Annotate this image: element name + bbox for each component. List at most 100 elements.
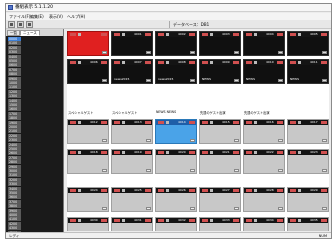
- time-list-item[interactable]: 2600: [8, 151, 21, 156]
- program-cell[interactable]: 4001: [111, 31, 153, 56]
- program-cell[interactable]: 4021: [199, 149, 241, 174]
- time-list-item[interactable]: 2800: [8, 160, 21, 165]
- time-list-item[interactable]: 1800: [8, 116, 21, 121]
- time-list-item[interactable]: 0700: [8, 67, 21, 72]
- time-list-item[interactable]: 3400: [8, 186, 21, 191]
- tab-news[interactable]: ニュース: [20, 30, 40, 36]
- program-cell[interactable]: 4032: [155, 217, 197, 231]
- time-list-item[interactable]: 0900: [8, 76, 21, 81]
- time-list-item[interactable]: 4000: [8, 213, 21, 217]
- program-cell[interactable]: 4029: [287, 187, 329, 212]
- time-list-item[interactable]: 1100: [8, 85, 21, 90]
- time-list-item[interactable]: 3900: [8, 208, 21, 213]
- cell-id: 4018: [90, 150, 98, 154]
- time-list-item[interactable]: 1600: [8, 107, 21, 112]
- menu-view[interactable]: 表示(V): [49, 14, 63, 19]
- cell-header: 4035: [288, 218, 328, 223]
- program-cell[interactable]: 4009 NEWS: [199, 59, 241, 84]
- time-list-item[interactable]: 3100: [8, 173, 21, 178]
- time-list-item[interactable]: 0300: [8, 50, 21, 55]
- program-cell[interactable]: 4034: [243, 217, 285, 231]
- time-list-item[interactable]: 0000: [8, 37, 21, 41]
- program-cell[interactable]: 4025: [111, 187, 153, 212]
- time-list-item[interactable]: 0500: [8, 59, 21, 63]
- program-cell[interactable]: 4033: [199, 217, 241, 231]
- cell-status-icon: [254, 121, 257, 124]
- time-list-item[interactable]: 1400: [8, 98, 21, 103]
- program-cell[interactable]: 4027: [199, 187, 241, 212]
- cell-badge: [278, 79, 283, 82]
- time-list-item[interactable]: 4300: [8, 226, 21, 231]
- time-list-item[interactable]: 1300: [8, 94, 21, 99]
- time-list-item[interactable]: 2300: [8, 138, 21, 143]
- time-list-item[interactable]: 0200: [8, 45, 21, 50]
- cell-tag: [145, 219, 151, 222]
- program-cell[interactable]: 4004: [243, 31, 285, 56]
- tab-list[interactable]: 一覧: [7, 30, 20, 36]
- program-cell[interactable]: 4011 NEWS: [287, 59, 329, 84]
- program-cell[interactable]: 4016: [243, 119, 285, 144]
- time-list-item[interactable]: 3600: [8, 195, 21, 200]
- program-cell[interactable]: 4019: [111, 149, 153, 174]
- time-list-item[interactable]: 0800: [8, 72, 21, 77]
- time-list-item[interactable]: 1200: [8, 89, 21, 94]
- time-list-item[interactable]: 0100: [8, 41, 21, 46]
- program-cell[interactable]: 4012: [67, 119, 109, 144]
- time-list-item[interactable]: 2900: [8, 164, 21, 169]
- time-list-item[interactable]: 4100: [8, 217, 21, 222]
- cell-tag: [189, 219, 195, 222]
- time-list-item[interactable]: 4200: [8, 221, 21, 226]
- menu-help[interactable]: ヘルプ(H): [67, 14, 85, 19]
- program-cell[interactable]: 4015: [199, 119, 241, 144]
- toolbar-list-button[interactable]: [17, 21, 24, 28]
- program-cell[interactable]: 4028: [243, 187, 285, 212]
- time-list-item[interactable]: 2400: [8, 142, 21, 147]
- time-list-item[interactable]: 3800: [8, 204, 21, 209]
- program-cell[interactable]: 4035: [287, 217, 329, 231]
- time-list-item[interactable]: 2000: [8, 125, 21, 129]
- program-cell[interactable]: 4018: [67, 149, 109, 174]
- cell-id: 4004: [266, 32, 274, 36]
- time-list-item[interactable]: 2200: [8, 133, 21, 138]
- time-list-item[interactable]: 0400: [8, 54, 21, 59]
- time-list-item[interactable]: 3300: [8, 182, 21, 187]
- cell-tag: [321, 61, 327, 64]
- group-label: NEWS NEWS: [156, 110, 177, 114]
- program-cell[interactable]: [67, 31, 109, 56]
- program-cell[interactable]: 4022: [243, 149, 285, 174]
- toolbar-grid-button[interactable]: [8, 21, 15, 28]
- time-list-item[interactable]: 1900: [8, 120, 21, 125]
- program-cell[interactable]: 4023: [287, 149, 329, 174]
- time-list-item[interactable]: 3200: [8, 177, 21, 182]
- program-cell[interactable]: 4030: [67, 217, 109, 231]
- time-list-item[interactable]: 2100: [8, 129, 21, 134]
- time-list-item[interactable]: 3700: [8, 199, 21, 204]
- group-label: 先週のゲスト出演: [244, 111, 270, 115]
- time-list-item[interactable]: 3000: [8, 169, 21, 173]
- program-cell[interactable]: 4020: [155, 149, 197, 174]
- program-cell[interactable]: 4006: [67, 59, 109, 84]
- program-cell[interactable]: 4008 news2015: [155, 59, 197, 84]
- program-cell[interactable]: 4014: [155, 119, 197, 144]
- time-list-item[interactable]: 1700: [8, 111, 21, 116]
- time-list-item[interactable]: 3500: [8, 191, 21, 195]
- program-cell[interactable]: 4024: [67, 187, 109, 212]
- time-list-item[interactable]: 2500: [8, 147, 21, 151]
- menu-edit[interactable]: 編集(E): [30, 14, 44, 19]
- program-cell[interactable]: 4013: [111, 119, 153, 144]
- program-cell[interactable]: 4010 NEWS: [243, 59, 285, 84]
- program-cell[interactable]: 4005: [287, 31, 329, 56]
- program-cell[interactable]: 4007 news2015: [111, 59, 153, 84]
- time-list-item[interactable]: 1000: [8, 81, 21, 85]
- cell-status-icon: [210, 33, 213, 36]
- program-cell[interactable]: 4026: [155, 187, 197, 212]
- menu-file[interactable]: ファイル(F): [9, 14, 30, 19]
- time-list-item[interactable]: 1500: [8, 103, 21, 107]
- time-list-item[interactable]: 2700: [8, 155, 21, 160]
- program-cell[interactable]: 4002: [155, 31, 197, 56]
- program-cell[interactable]: 4031: [111, 217, 153, 231]
- program-cell[interactable]: 4017: [287, 119, 329, 144]
- program-cell[interactable]: 4003: [199, 31, 241, 56]
- toolbar-refresh-button[interactable]: [26, 21, 33, 28]
- time-list-item[interactable]: 0600: [8, 63, 21, 68]
